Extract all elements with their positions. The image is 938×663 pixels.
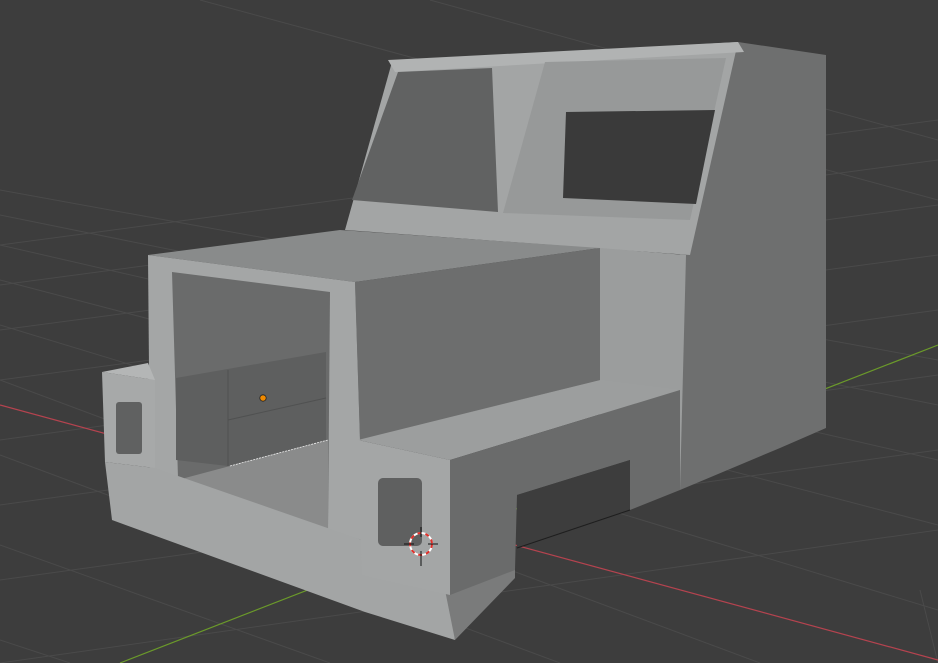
right-window-opening <box>563 110 715 204</box>
left-headlight-recess <box>116 402 142 454</box>
3d-viewport[interactable] <box>0 0 938 663</box>
object-origin-dot[interactable] <box>259 394 267 402</box>
right-headlight-recess <box>378 478 422 546</box>
viewport-canvas[interactable] <box>0 0 938 663</box>
